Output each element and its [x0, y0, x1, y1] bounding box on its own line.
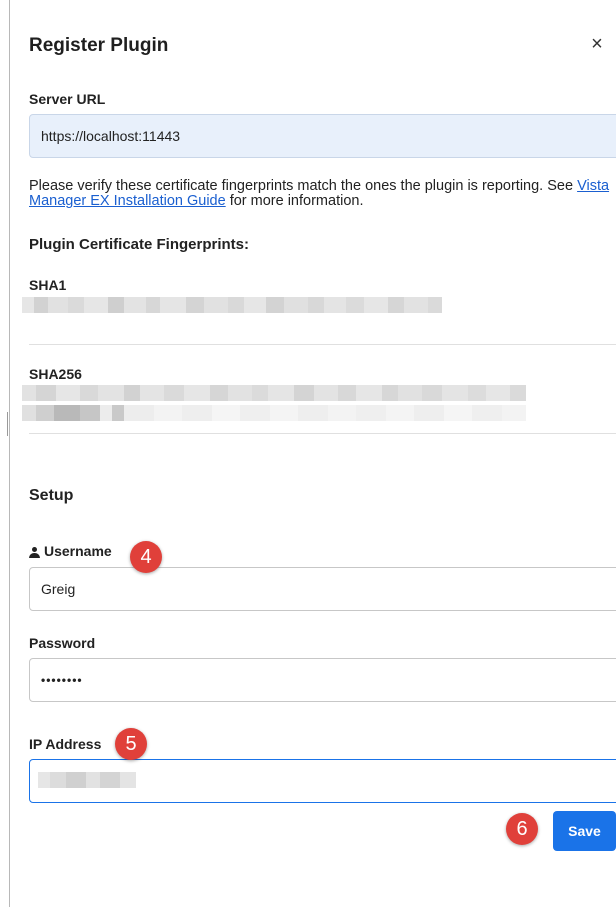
verify-instructions: Please verify these certificate fingerpr… — [29, 179, 616, 209]
divider — [29, 433, 616, 434]
fingerprints-heading: Plugin Certificate Fingerprints: — [29, 236, 250, 253]
sha256-fingerprint-redacted-line2 — [22, 405, 526, 421]
username-field[interactable]: Greig — [29, 567, 616, 611]
ip-address-label: IP Address — [29, 736, 102, 752]
username-label-text: Username — [44, 543, 112, 559]
sha256-label: SHA256 — [29, 366, 82, 382]
dialog-title: Register Plugin — [29, 35, 169, 56]
resize-handle[interactable] — [7, 412, 8, 436]
user-icon — [29, 547, 40, 558]
save-button[interactable]: Save — [553, 811, 616, 851]
password-label: Password — [29, 635, 96, 651]
sha256-fingerprint-redacted-line1 — [22, 385, 526, 401]
step-4-badge: 4 — [130, 541, 162, 573]
verify-text-end: for more information. — [225, 193, 364, 209]
register-plugin-dialog: Register Plugin × Server URL https://loc… — [10, 0, 616, 907]
ip-address-field[interactable] — [29, 759, 616, 803]
server-url-label: Server URL — [29, 91, 106, 107]
close-icon[interactable]: × — [587, 33, 607, 55]
divider — [29, 344, 616, 345]
ip-address-redacted — [38, 772, 136, 788]
password-field[interactable]: •••••••• — [29, 658, 616, 702]
server-url-field[interactable]: https://localhost:11443 — [29, 114, 616, 158]
step-5-badge: 5 — [115, 728, 147, 760]
verify-text-start: Please verify these certificate fingerpr… — [29, 178, 578, 194]
setup-heading: Setup — [29, 487, 74, 504]
sha1-fingerprint-redacted — [22, 297, 442, 313]
sha1-label: SHA1 — [29, 277, 67, 293]
step-6-badge: 6 — [506, 813, 538, 845]
username-label: Username — [29, 543, 112, 559]
